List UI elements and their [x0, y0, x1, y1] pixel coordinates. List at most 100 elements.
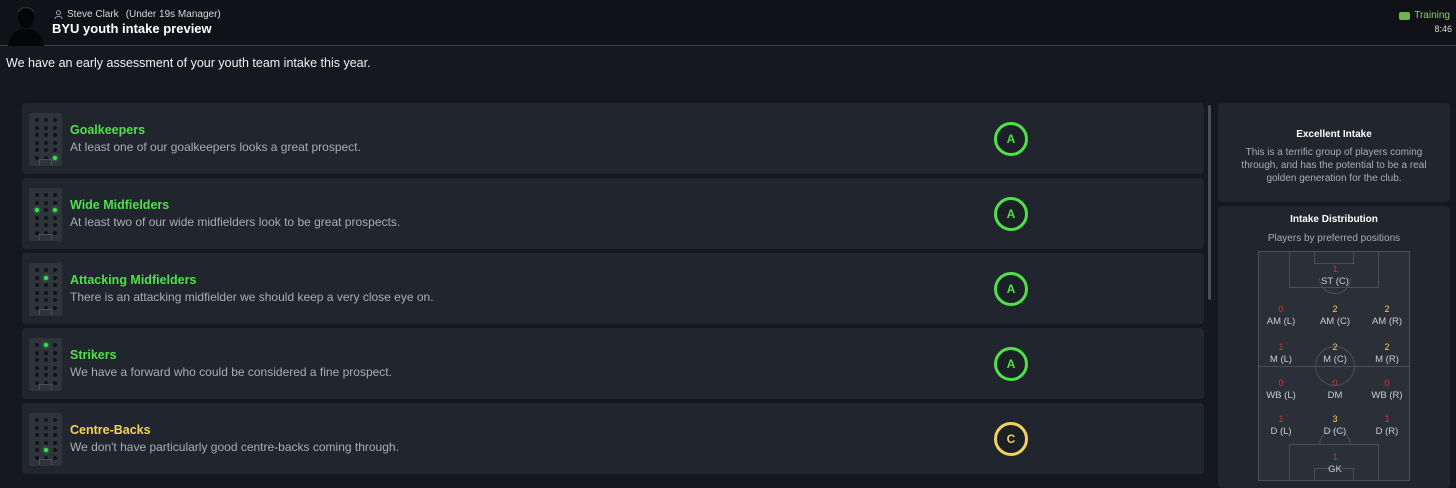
position-dot	[35, 223, 39, 227]
position-dot	[53, 223, 57, 227]
position-dot	[35, 125, 39, 130]
position-count: 1	[1278, 342, 1284, 352]
row-title: Centre-Backs	[70, 423, 151, 437]
position-dot	[35, 118, 39, 122]
position-dot	[53, 418, 57, 422]
position-label: ST (C)	[1321, 276, 1349, 287]
position-label: AM (R)	[1371, 316, 1403, 327]
row-description: There is an attacking midfielder we shou…	[70, 290, 434, 304]
position-dot	[53, 268, 57, 272]
position-dot	[44, 373, 48, 377]
assessment-list: Goalkeepers At least one of our goalkeepe…	[22, 103, 1204, 488]
position-dot	[44, 425, 48, 430]
position-dot	[35, 448, 39, 452]
row-description: At least one of our goalkeepers looks a …	[70, 140, 361, 154]
position-label: D (C)	[1323, 426, 1347, 437]
position-dot	[53, 350, 57, 355]
position-dot	[35, 148, 39, 152]
row-description: We have a forward who could be considere…	[70, 365, 392, 379]
page-title: BYU youth intake preview	[52, 21, 212, 36]
formation-thumbnail-icon	[29, 413, 62, 466]
position-label: WB (R)	[1371, 390, 1403, 401]
position-label: M (C)	[1323, 354, 1347, 365]
person-icon	[54, 10, 63, 19]
position-dot	[44, 215, 48, 220]
position-count: 3	[1332, 414, 1338, 424]
training-icon	[1399, 11, 1411, 20]
goal-marker	[39, 459, 52, 465]
position-dot	[53, 343, 57, 347]
position-dot	[53, 118, 57, 122]
row-title: Strikers	[70, 348, 117, 362]
formation-thumbnail-icon	[29, 338, 62, 391]
assessment-row[interactable]: Attacking Midfielders There is an attacki…	[22, 253, 1204, 324]
position-dot	[35, 133, 39, 137]
summary-title: Excellent Intake	[1296, 129, 1372, 140]
position-dot	[53, 380, 57, 385]
position-dot	[35, 193, 39, 197]
position-dot	[53, 358, 57, 362]
status-label: Training	[1414, 10, 1450, 21]
manager-role: (Under 19s Manager)	[125, 9, 221, 20]
scrollbar[interactable]	[1208, 105, 1211, 300]
position-dot	[44, 140, 48, 145]
position-dot	[53, 433, 57, 437]
position-dot	[35, 215, 39, 220]
summary-text: This is a terrific group of players comi…	[1241, 147, 1427, 184]
page-header: Steve Clark (Under 19s Manager) BYU yout…	[0, 0, 1456, 46]
grade-badge: A	[994, 122, 1028, 156]
position-dot	[35, 298, 39, 302]
goal-marker	[39, 384, 52, 390]
position-dot	[44, 418, 48, 422]
position-dot	[53, 275, 57, 280]
position-dot	[53, 290, 57, 295]
position-dot	[35, 275, 39, 280]
position-dot	[44, 268, 48, 272]
row-title: Attacking Midfielders	[70, 273, 197, 287]
manager-avatar[interactable]	[6, 4, 46, 46]
assessment-row[interactable]: Wide Midfielders At least two of our wide…	[22, 178, 1204, 249]
position-dot	[53, 140, 57, 145]
assessment-row[interactable]: Strikers We have a forward who could be c…	[22, 328, 1204, 399]
position-label: D (L)	[1270, 426, 1292, 437]
position-count: 1	[1384, 414, 1390, 424]
position-count: 2	[1332, 304, 1338, 314]
position-dot	[35, 140, 39, 145]
top-six-yard-box	[1314, 252, 1354, 264]
position-dot	[44, 290, 48, 295]
position-dot	[44, 118, 48, 122]
position-dot	[53, 125, 57, 130]
position-dot	[35, 268, 39, 272]
assessment-row[interactable]: Centre-Backs We don't have particularly g…	[22, 403, 1204, 474]
goal-marker	[39, 234, 52, 240]
active-position-dot	[44, 275, 48, 280]
manager-name[interactable]: Steve Clark	[67, 9, 119, 20]
position-count: 2	[1384, 304, 1390, 314]
position-dot	[35, 425, 39, 430]
position-count: 0	[1332, 378, 1338, 388]
position-dot	[44, 358, 48, 362]
position-dot	[44, 200, 48, 205]
position-dot	[44, 433, 48, 437]
position-dot	[35, 290, 39, 295]
position-dot	[44, 148, 48, 152]
position-dot	[44, 133, 48, 137]
position-dot	[35, 440, 39, 445]
grade-badge: C	[994, 422, 1028, 456]
goal-marker	[39, 159, 52, 165]
row-description: We don't have particularly good centre-b…	[70, 440, 399, 454]
grade-badge: A	[994, 347, 1028, 381]
assessment-row[interactable]: Goalkeepers At least one of our goalkeepe…	[22, 103, 1204, 174]
position-dot	[53, 448, 57, 452]
active-position-dot	[44, 343, 48, 347]
status-indicator[interactable]: Training	[1399, 10, 1450, 21]
goal-marker	[39, 309, 52, 315]
position-count: 1	[1332, 452, 1338, 462]
active-position-dot	[53, 208, 57, 212]
active-position-dot	[53, 155, 57, 160]
row-description: At least two of our wide midfielders loo…	[70, 215, 401, 229]
position-dot	[44, 365, 48, 370]
manager-info: Steve Clark (Under 19s Manager)	[54, 9, 221, 20]
formation-thumbnail-icon	[29, 113, 62, 166]
position-label: M (L)	[1269, 354, 1293, 365]
